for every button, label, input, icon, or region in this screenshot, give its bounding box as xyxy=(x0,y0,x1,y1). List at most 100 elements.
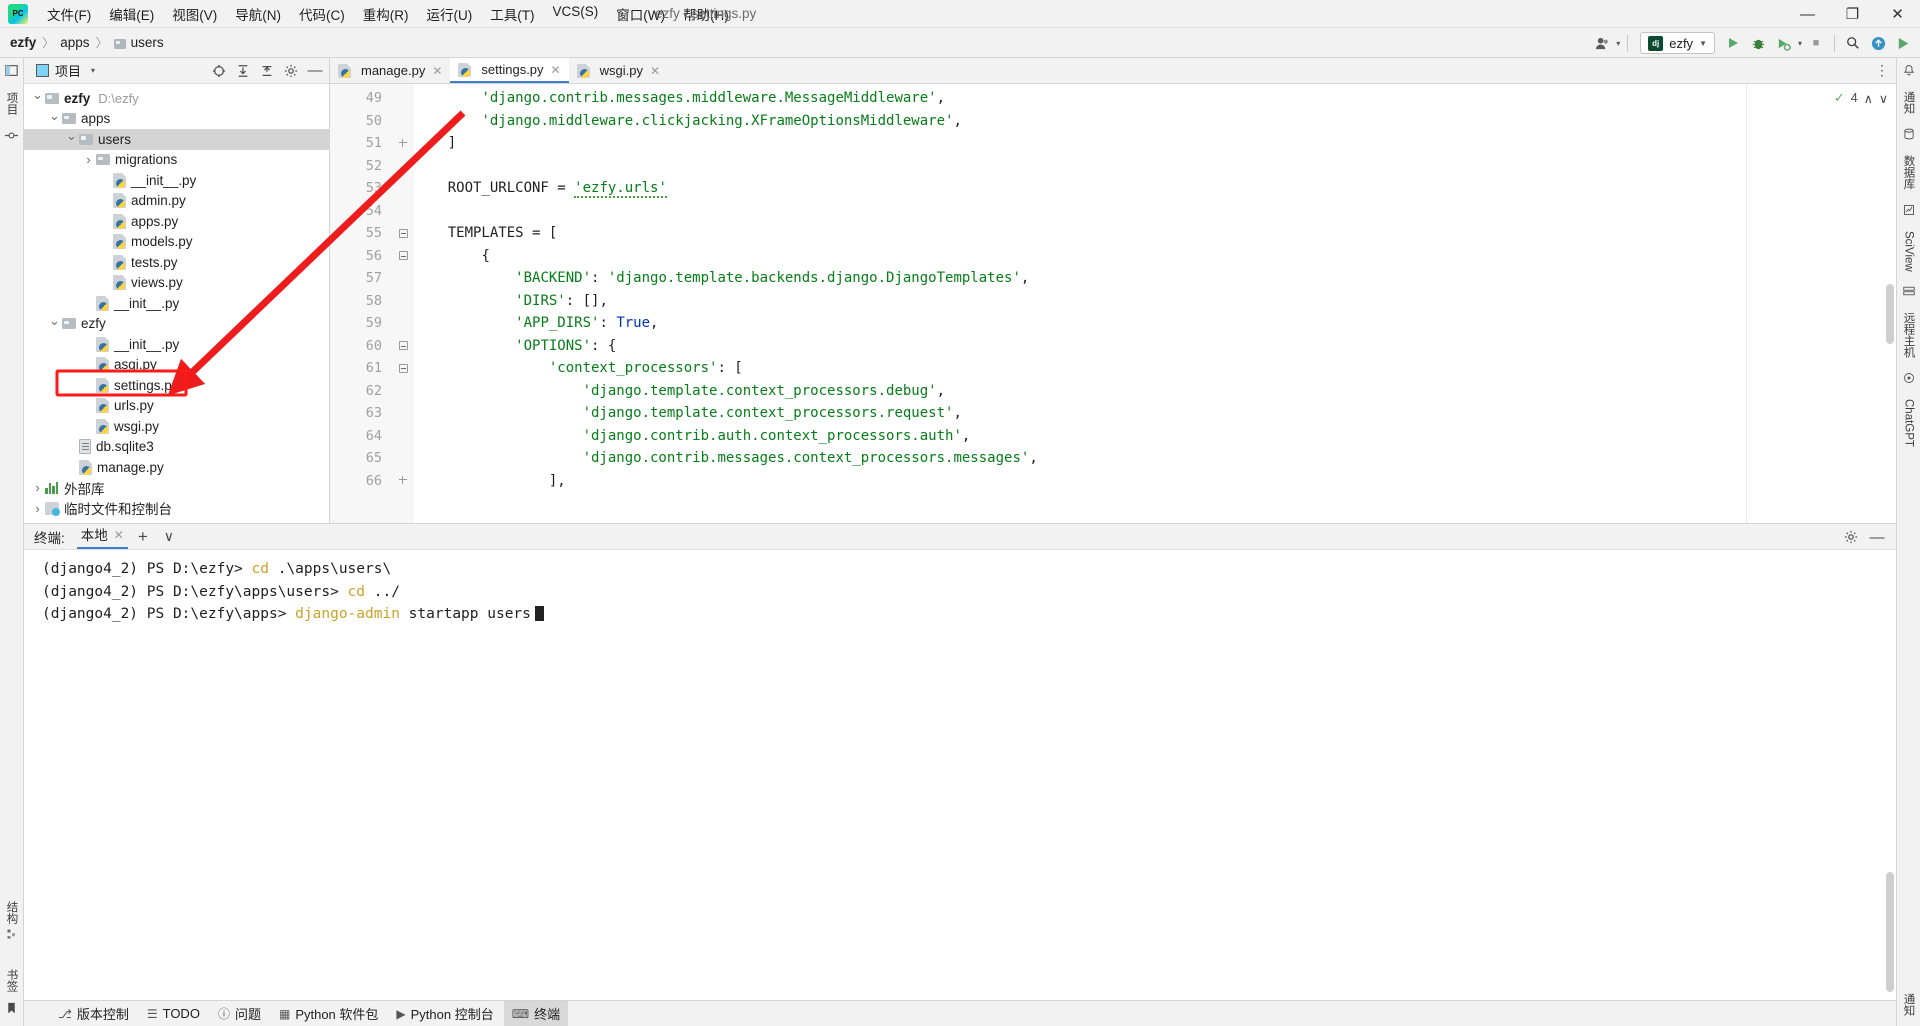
tree-node-asgi.py[interactable]: asgi.py xyxy=(24,355,329,376)
new-terminal-icon[interactable]: + xyxy=(132,526,154,548)
structure-rail-icon[interactable] xyxy=(6,928,18,943)
tool-version-control[interactable]: ⎇ 版本控制 xyxy=(50,1001,137,1026)
rail-label-bookmarks[interactable]: 书签 xyxy=(4,969,20,992)
close-button[interactable]: ✕ xyxy=(1875,0,1920,28)
tree-node-users[interactable]: ⌄ users xyxy=(24,128,329,150)
menu-code[interactable]: 代码(C) xyxy=(290,0,354,28)
tree-node-apps[interactable]: ⌄ apps xyxy=(24,108,329,130)
tree-node-urls.py[interactable]: urls.py xyxy=(24,396,329,417)
collapse-all-icon[interactable] xyxy=(257,61,277,81)
menu-refactor[interactable]: 重构(R) xyxy=(354,0,418,28)
tool-terminal[interactable]: ⌨ 终端 xyxy=(503,1001,569,1026)
ai-assistant-icon[interactable] xyxy=(1892,32,1914,54)
tree-node-models.py[interactable]: models.py xyxy=(24,232,329,253)
stop-icon[interactable]: ■ xyxy=(1805,32,1827,54)
tree-node-__init__.py[interactable]: __init__.py xyxy=(24,293,329,314)
run-with-coverage-icon[interactable] xyxy=(1773,32,1795,54)
tree-node-ezfy[interactable]: ⌄ ezfy D:\ezfy xyxy=(24,87,329,109)
select-opened-file-icon[interactable] xyxy=(209,61,229,81)
tree-node-views.py[interactable]: views.py xyxy=(24,273,329,294)
rail-label-project[interactable]: 项目 xyxy=(4,92,20,115)
menu-file[interactable]: 文件(F) xyxy=(38,0,100,28)
user-account-icon[interactable] xyxy=(1591,32,1613,54)
close-terminal-tab-icon[interactable]: ✕ xyxy=(114,523,124,548)
editor-tab-manage[interactable]: manage.py ✕ xyxy=(330,58,451,83)
inspection-prev-icon[interactable]: ∧ xyxy=(1864,91,1873,106)
fold-end-icon[interactable] xyxy=(392,470,414,493)
remote-host-icon[interactable] xyxy=(1902,285,1915,300)
sciview-icon[interactable] xyxy=(1903,204,1915,219)
rail-label-structure[interactable]: 结构 xyxy=(4,901,20,924)
tree-node-ezfy[interactable]: ⌄ ezfy xyxy=(24,313,329,335)
menu-edit[interactable]: 编辑(E) xyxy=(100,0,163,28)
chevron-right-icon[interactable]: › xyxy=(30,501,45,516)
fold-end-icon[interactable] xyxy=(392,132,414,155)
tool-todo[interactable]: ☰ TODO xyxy=(139,1003,208,1024)
chatgpt-icon[interactable] xyxy=(1903,372,1915,387)
commit-rail-icon[interactable] xyxy=(5,129,18,145)
tree-node-tests.py[interactable]: tests.py xyxy=(24,252,329,273)
debug-icon[interactable] xyxy=(1748,32,1770,54)
tree-node-__init__.py[interactable]: __init__.py xyxy=(24,334,329,355)
terminal-settings-gear-icon[interactable] xyxy=(1840,526,1862,548)
settings-gear-icon[interactable] xyxy=(281,61,301,81)
menu-run[interactable]: 运行(U) xyxy=(418,0,482,28)
rail-label-database[interactable]: 数据库 xyxy=(1901,155,1917,190)
chevron-down-icon[interactable]: ⌄ xyxy=(30,87,45,103)
search-icon[interactable] xyxy=(1842,32,1864,54)
tree-node-migrations[interactable]: › migrations xyxy=(24,150,329,171)
editor-tab-options-icon[interactable]: ⋮ xyxy=(1875,62,1890,79)
expand-all-icon[interactable] xyxy=(233,61,253,81)
rail-label-notifications[interactable]: 通知 xyxy=(1901,91,1917,114)
tree-node-wsgi.py[interactable]: wsgi.py xyxy=(24,416,329,437)
code-text[interactable]: 'django.contrib.messages.middleware.Mess… xyxy=(414,84,1746,523)
editor-tab-settings[interactable]: settings.py ✕ xyxy=(450,58,569,83)
fold-collapse-icon[interactable] xyxy=(392,357,414,380)
breadcrumb-item-project[interactable]: ezfy xyxy=(10,35,36,50)
menu-vcs[interactable]: VCS(S) xyxy=(544,0,608,28)
inspection-widget[interactable]: ✓ 4 ∧ ∨ xyxy=(1834,90,1888,106)
account-caret-icon[interactable]: ▾ xyxy=(1616,39,1620,48)
tree-node-manage.py[interactable]: manage.py xyxy=(24,457,329,478)
minimize-button[interactable]: — xyxy=(1785,0,1830,28)
tree-node-[interactable]: › 临时文件和控制台 xyxy=(24,498,329,519)
chevron-down-icon[interactable]: ⌄ xyxy=(64,128,79,144)
terminal-scrollbar[interactable] xyxy=(1886,872,1894,992)
breadcrumb-item-users[interactable]: users xyxy=(131,35,164,50)
editor-tab-wsgi[interactable]: wsgi.py ✕ xyxy=(568,58,669,83)
menu-tools[interactable]: 工具(T) xyxy=(481,0,543,28)
fold-collapse-icon[interactable] xyxy=(392,222,414,245)
maximize-button[interactable]: ❐ xyxy=(1830,0,1875,28)
terminal-output[interactable]: (django4_2) PS D:\ezfy> cd .\apps\users\… xyxy=(24,550,1896,1000)
rail-label-right-bottom[interactable]: 通知 xyxy=(1901,993,1917,1016)
rail-label-remote-host[interactable]: 远程主机 xyxy=(1901,312,1917,358)
chevron-down-icon[interactable]: ⌄ xyxy=(47,108,62,124)
project-view-caret-icon[interactable]: ▾ xyxy=(91,66,95,75)
tree-node-admin.py[interactable]: admin.py xyxy=(24,191,329,212)
editor-vertical-scrollbar[interactable] xyxy=(1886,284,1894,344)
project-rail-icon[interactable] xyxy=(5,64,18,80)
fold-collapse-icon[interactable] xyxy=(392,245,414,268)
hide-terminal-icon[interactable]: — xyxy=(1866,526,1888,548)
menu-navigate[interactable]: 导航(N) xyxy=(226,0,290,28)
tree-node-db.sqlite3[interactable]: db.sqlite3 xyxy=(24,437,329,458)
tree-node-__init__.py[interactable]: __init__.py xyxy=(24,170,329,191)
database-icon[interactable] xyxy=(1903,128,1915,143)
tool-problems[interactable]: ⓘ 问题 xyxy=(210,1001,269,1026)
tree-node-[interactable]: › 外部库 xyxy=(24,478,329,499)
terminal-tab-local[interactable]: 本地 ✕ xyxy=(76,523,128,549)
rail-label-sciview[interactable]: SciView xyxy=(1903,231,1915,272)
tool-python-console[interactable]: ▶ Python 控制台 xyxy=(388,1001,501,1026)
hide-panel-icon[interactable]: — xyxy=(305,61,325,81)
chevron-right-icon[interactable]: › xyxy=(81,152,96,167)
rail-label-chatgpt[interactable]: ChatGPT xyxy=(1903,399,1915,447)
breadcrumb-item-apps[interactable]: apps xyxy=(60,35,89,50)
run-more-caret-icon[interactable]: ▾ xyxy=(1798,39,1802,48)
close-tab-icon[interactable]: ✕ xyxy=(551,63,561,77)
chevron-right-icon[interactable]: › xyxy=(30,480,45,495)
chevron-down-icon[interactable]: ⌄ xyxy=(47,313,62,329)
run-configuration-selector[interactable]: dj ezfy ▼ xyxy=(1640,32,1715,54)
bookmark-icon[interactable] xyxy=(6,1002,17,1018)
updates-available-icon[interactable] xyxy=(1867,32,1889,54)
menu-view[interactable]: 视图(V) xyxy=(163,0,226,28)
